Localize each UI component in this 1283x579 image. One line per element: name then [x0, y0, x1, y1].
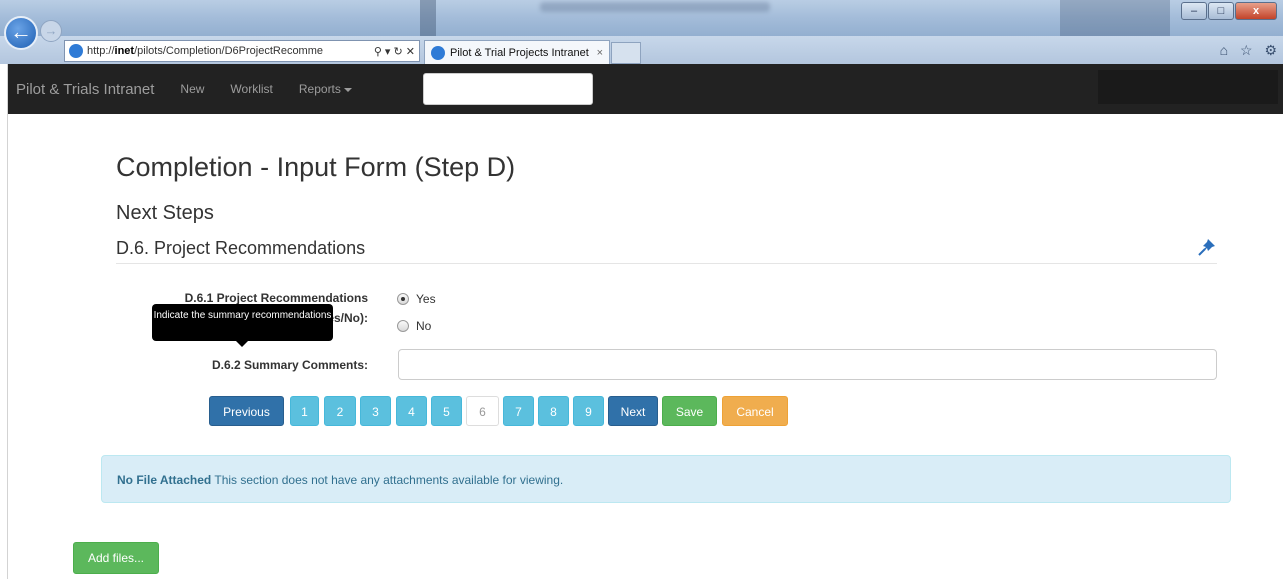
- radio-no-label: No: [416, 319, 432, 333]
- address-controls[interactable]: ⚲ ▾ ↻ ✕: [370, 45, 419, 58]
- caret-down-icon: [343, 87, 352, 92]
- browser-tab-active[interactable]: Pilot & Trial Projects Intranet ×: [424, 40, 610, 64]
- page-3-button[interactable]: 3: [360, 396, 391, 426]
- window-titlebar: – □ x: [0, 0, 1283, 36]
- address-bar[interactable]: http://inet/pilots/Completion/D6ProjectR…: [64, 40, 420, 62]
- page-8-button[interactable]: 8: [538, 396, 569, 426]
- navbar-search-input[interactable]: [423, 73, 593, 105]
- url-scheme: http://: [87, 45, 115, 57]
- new-tab-button[interactable]: [611, 42, 641, 64]
- tooltip-text: Indicate the summary recommendations: [153, 310, 332, 321]
- next-button[interactable]: Next: [608, 396, 658, 426]
- page-9-button[interactable]: 9: [573, 396, 604, 426]
- nav-worklist[interactable]: Worklist: [230, 82, 272, 96]
- tooltip: Indicate the summary recommendations: [152, 304, 333, 347]
- previous-button[interactable]: Previous: [209, 396, 284, 426]
- page-1-button[interactable]: 1: [290, 396, 319, 426]
- q1-label-line1: D.6.1 Project Recommendations: [184, 291, 368, 305]
- url-text[interactable]: http://inet/pilots/Completion/D6ProjectR…: [87, 45, 370, 57]
- nav-reports[interactable]: Reports: [299, 82, 352, 96]
- add-files-button[interactable]: Add files...: [73, 542, 159, 574]
- page-4-button[interactable]: 4: [396, 396, 427, 426]
- q2-label: D.6.2 Summary Comments:: [211, 358, 368, 372]
- tab-close-icon[interactable]: ×: [597, 47, 603, 59]
- section-heading: D.6. Project Recommendations: [116, 238, 366, 258]
- radio-yes[interactable]: [397, 293, 409, 305]
- forward-button[interactable]: →: [40, 20, 62, 42]
- close-window-button[interactable]: x: [1235, 2, 1277, 20]
- page-2-button[interactable]: 2: [324, 396, 356, 426]
- page-6-button-current: 6: [466, 396, 499, 426]
- window-controls: – □ x: [1181, 2, 1277, 20]
- back-button[interactable]: ←: [4, 16, 38, 50]
- section-divider: [116, 263, 1217, 264]
- attachments-alert: No File Attached This section does not h…: [101, 455, 1231, 503]
- nav-reports-label: Reports: [298, 82, 341, 96]
- navbar-brand[interactable]: Pilot & Trials Intranet: [8, 81, 154, 98]
- minimize-button[interactable]: –: [1181, 2, 1207, 20]
- titlebar-divider: [420, 0, 436, 36]
- home-favorites-tools-icons[interactable]: ⌂ ☆ ⚙: [1220, 42, 1281, 59]
- url-path: /pilots/Completion/D6ProjectRecomme: [134, 45, 324, 57]
- attachments-status: No File Attached: [117, 473, 212, 487]
- maximize-button[interactable]: □: [1208, 2, 1234, 20]
- radio-no[interactable]: [397, 320, 409, 332]
- cancel-button[interactable]: Cancel: [722, 396, 788, 426]
- subheading: Next Steps: [116, 202, 214, 224]
- window-left-edge: [0, 64, 8, 579]
- page-title: Completion - Input Form (Step D): [116, 152, 516, 182]
- window-title: [540, 2, 770, 12]
- summary-comments-input[interactable]: [398, 349, 1217, 380]
- save-button[interactable]: Save: [662, 396, 717, 426]
- pin-icon[interactable]: [1197, 237, 1217, 257]
- radio-yes-label: Yes: [416, 292, 436, 306]
- navbar-right-area: [1098, 70, 1278, 104]
- attachments-message: This section does not have any attachmen…: [214, 473, 564, 487]
- nav-new[interactable]: New: [180, 82, 204, 96]
- url-host: inet: [114, 45, 135, 57]
- ie-page-icon: [69, 44, 83, 58]
- app-navbar: Pilot & Trials Intranet New Worklist Rep…: [8, 64, 1283, 114]
- page-5-button[interactable]: 5: [431, 396, 462, 426]
- page-7-button[interactable]: 7: [503, 396, 534, 426]
- titlebar-shade: [1060, 0, 1170, 36]
- ie-tab-icon: [431, 45, 445, 60]
- tab-title: Pilot & Trial Projects Intranet: [450, 46, 589, 59]
